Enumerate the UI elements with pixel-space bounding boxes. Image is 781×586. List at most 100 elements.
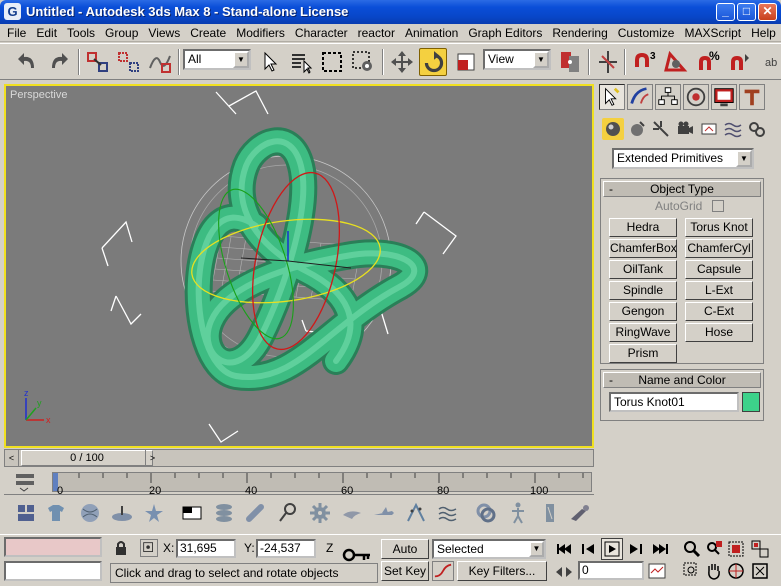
bird-icon[interactable]	[340, 501, 364, 525]
key-mode-toggle-icon[interactable]	[554, 563, 574, 581]
zoom-extents-all-icon[interactable]	[750, 539, 770, 559]
shapes-category-icon[interactable]	[626, 118, 648, 140]
primitive-category-dropdown[interactable]: Extended Primitives ▼	[612, 148, 754, 169]
pivot-center-icon[interactable]	[556, 48, 584, 76]
goto-end-icon[interactable]	[650, 539, 670, 559]
spacewarps-category-icon[interactable]	[722, 118, 744, 140]
percent-snap-icon[interactable]: %	[694, 48, 722, 76]
waves-icon[interactable]	[436, 501, 460, 525]
biped-icon[interactable]	[506, 501, 530, 525]
x-coord-field[interactable]: 31,695	[176, 539, 236, 558]
rotate-icon[interactable]	[419, 48, 447, 76]
hedra-button[interactable]: Hedra	[609, 218, 677, 237]
angle-snap-icon[interactable]	[662, 48, 690, 76]
bone-icon[interactable]	[538, 501, 562, 525]
motion-tab-icon[interactable]	[683, 84, 709, 110]
menu-rendering[interactable]: Rendering	[547, 24, 612, 42]
time-slider[interactable]: < 0 / 100 >	[4, 449, 594, 467]
hierarchy-tab-icon[interactable]	[655, 84, 681, 110]
particles-icon[interactable]	[404, 501, 428, 525]
set-key-button[interactable]: Set Key	[381, 561, 429, 581]
perspective-viewport[interactable]: Perspective z x y	[4, 84, 594, 448]
play-icon[interactable]	[601, 538, 623, 560]
ringwave-button[interactable]: RingWave	[609, 323, 677, 342]
rectangular-selection-icon[interactable]	[318, 48, 346, 76]
gengon-button[interactable]: Gengon	[609, 302, 677, 321]
zoom-icon[interactable]	[682, 539, 702, 559]
object-color-swatch[interactable]	[742, 392, 760, 412]
menu-maxscript[interactable]: MAXScript	[679, 24, 746, 42]
shirt-icon[interactable]	[44, 501, 68, 525]
spotlight-icon[interactable]	[276, 501, 300, 525]
geometry-category-icon[interactable]	[602, 118, 624, 140]
scale-icon[interactable]	[452, 48, 480, 76]
autogrid-checkbox[interactable]	[712, 200, 724, 212]
cameras-category-icon[interactable]	[674, 118, 696, 140]
object-type-header[interactable]: - Object Type	[603, 181, 761, 197]
pan-hand-icon[interactable]	[704, 561, 724, 581]
prism-button[interactable]: Prism	[609, 344, 677, 363]
objects-tab-icon[interactable]	[14, 501, 38, 525]
menu-help[interactable]: Help	[746, 24, 781, 42]
knot-icon[interactable]	[474, 501, 498, 525]
stack-icon[interactable]	[212, 501, 236, 525]
current-frame-field[interactable]: 0	[578, 561, 644, 580]
hose-button[interactable]: Hose	[685, 323, 753, 342]
chamferbox-button[interactable]: ChamferBox	[609, 239, 677, 258]
weapon-icon[interactable]	[568, 501, 592, 525]
menu-views[interactable]: Views	[143, 24, 185, 42]
display-tab-icon[interactable]	[711, 84, 737, 110]
name-color-header[interactable]: - Name and Color	[603, 372, 761, 388]
gear-icon[interactable]	[308, 501, 332, 525]
snap-toggle-icon[interactable]: 3	[630, 48, 658, 76]
track-ruler[interactable]: 0 20 40 60 80 100	[52, 472, 592, 497]
helpers-category-icon[interactable]	[698, 118, 720, 140]
redo-icon[interactable]	[44, 48, 72, 76]
menu-character[interactable]: Character	[290, 24, 353, 42]
maxscript-input-mini[interactable]	[4, 561, 102, 581]
select-by-name-icon[interactable]	[287, 48, 315, 76]
sphere-icon[interactable]	[78, 501, 102, 525]
close-button[interactable]: ✕	[758, 3, 777, 21]
menu-create[interactable]: Create	[185, 24, 231, 42]
select-object-icon[interactable]	[256, 48, 284, 76]
unlink-icon[interactable]	[115, 48, 143, 76]
menu-animation[interactable]: Animation	[400, 24, 463, 42]
selection-filter-dropdown[interactable]: All ▼	[183, 49, 251, 70]
menu-edit[interactable]: Edit	[31, 24, 62, 42]
torus-knot-button[interactable]: Torus Knot	[685, 218, 753, 237]
menu-tools[interactable]: Tools	[62, 24, 100, 42]
oiltank-button[interactable]: OilTank	[609, 260, 677, 279]
time-config-icon[interactable]	[646, 561, 668, 581]
disc-icon[interactable]	[110, 501, 134, 525]
chamfercyl-button[interactable]: ChamferCyl	[685, 239, 753, 258]
prev-frame-icon[interactable]	[578, 539, 598, 559]
zoom-extents-icon[interactable]	[726, 539, 746, 559]
minimize-button[interactable]: _	[716, 3, 735, 21]
maxscript-listener-mini[interactable]	[4, 537, 102, 557]
star-icon[interactable]	[142, 501, 166, 525]
capsule-button[interactable]: Capsule	[685, 260, 753, 279]
c-ext-button[interactable]: C-Ext	[685, 302, 753, 321]
object-name-field[interactable]: Torus Knot01	[609, 392, 739, 412]
bind-space-warp-icon[interactable]	[146, 48, 174, 76]
maximize-viewport-icon[interactable]	[750, 561, 770, 581]
menu-customize[interactable]: Customize	[613, 24, 680, 42]
next-frame-icon[interactable]	[626, 539, 646, 559]
y-coord-field[interactable]: -24,537	[256, 539, 316, 558]
lock-icon[interactable]	[114, 540, 128, 556]
absolute-mode-icon[interactable]	[140, 539, 158, 557]
time-next-icon[interactable]: >	[145, 450, 159, 466]
jet-icon[interactable]	[372, 501, 396, 525]
utilities-tab-icon[interactable]	[739, 84, 765, 110]
select-link-icon[interactable]	[84, 48, 112, 76]
spinner-snap-icon[interactable]	[726, 48, 754, 76]
auto-key-button[interactable]: Auto Key	[381, 539, 429, 574]
zoom-all-icon[interactable]	[704, 539, 724, 559]
arc-rotate-icon[interactable]	[726, 561, 746, 581]
box-icon[interactable]	[180, 501, 204, 525]
systems-category-icon[interactable]	[746, 118, 768, 140]
window-crossing-icon[interactable]	[349, 48, 377, 76]
undo-icon[interactable]	[14, 48, 42, 76]
region-zoom-icon[interactable]	[682, 561, 702, 581]
